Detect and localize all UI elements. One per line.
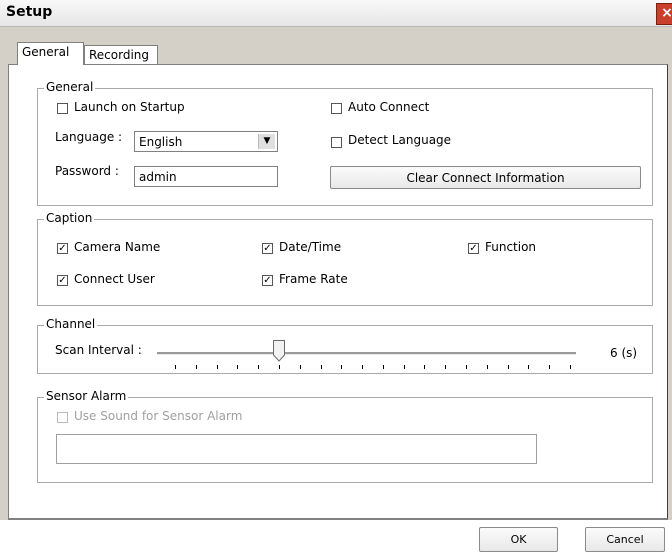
slider-tick [507,365,509,369]
chevron-down-icon[interactable]: ▼ [258,134,275,149]
language-label: Language : [55,130,123,144]
slider-tick [341,365,343,369]
slider-tick [445,365,447,369]
title-bar [0,0,672,27]
scan-interval-slider-track[interactable] [157,352,576,355]
scan-interval-slider-thumb[interactable] [272,340,285,362]
slider-tick [486,365,488,369]
scan-interval-label: Scan Interval : [55,343,142,357]
tab-recording-label: Recording [89,48,150,62]
language-select[interactable]: English ▼ [134,131,278,152]
sensor-sound-path-field [56,434,537,464]
ok-button[interactable]: OK [479,527,558,552]
password-label: Password : [55,164,119,178]
slider-tick [403,365,405,369]
camera-name-checkbox[interactable]: ✓ [57,243,68,254]
auto-connect-checkbox[interactable] [331,103,342,114]
slider-tick [466,365,468,369]
password-field[interactable] [134,166,278,187]
slider-tick [382,365,384,369]
clear-connect-information-button[interactable]: Clear Connect Information [330,166,641,189]
launch-on-startup-label: Launch on Startup [74,100,185,114]
window-title: Setup [6,4,53,20]
slider-tick [528,365,530,369]
function-label: Function [485,240,537,254]
scan-interval-value: 6 (s) [610,346,638,360]
slider-tick [175,365,176,369]
tab-recording[interactable]: Recording [84,45,158,65]
sensor-alarm-group-title: Sensor Alarm [44,389,129,403]
footer-area [0,520,672,554]
slider-tick [362,365,364,369]
auto-connect-label: Auto Connect [348,100,430,114]
cancel-button[interactable]: Cancel [585,527,665,552]
use-sound-label: Use Sound for Sensor Alarm [74,409,243,423]
slider-tick [424,365,426,369]
connect-user-checkbox[interactable]: ✓ [57,275,68,286]
function-checkbox[interactable]: ✓ [468,243,479,254]
general-group-title: General [44,80,96,94]
detect-language-label: Detect Language [348,133,452,147]
slider-tick [570,365,571,369]
slider-tick [195,365,197,369]
channel-group-title: Channel [44,317,98,331]
caption-group: Caption [37,211,653,306]
slider-tick [278,365,280,369]
slider-tick [299,365,301,369]
launch-on-startup-checkbox[interactable] [57,103,68,114]
slider-tick [216,365,218,369]
connect-user-label: Connect User [74,272,155,286]
date-time-label: Date/Time [279,240,342,254]
language-value: English [139,135,183,149]
date-time-checkbox[interactable]: ✓ [262,243,273,254]
caption-group-title: Caption [44,211,95,225]
slider-tick [237,365,239,369]
detect-language-checkbox[interactable] [331,137,342,148]
close-button[interactable]: × [656,3,672,25]
slider-tick [320,365,322,369]
use-sound-checkbox [57,412,68,423]
frame-rate-checkbox[interactable]: ✓ [262,275,273,286]
tab-general-label: General [22,45,70,59]
tab-general[interactable]: General [17,42,84,65]
slider-tick [258,365,260,369]
camera-name-label: Camera Name [74,240,161,254]
frame-rate-label: Frame Rate [279,272,348,286]
slider-tick [549,365,551,369]
